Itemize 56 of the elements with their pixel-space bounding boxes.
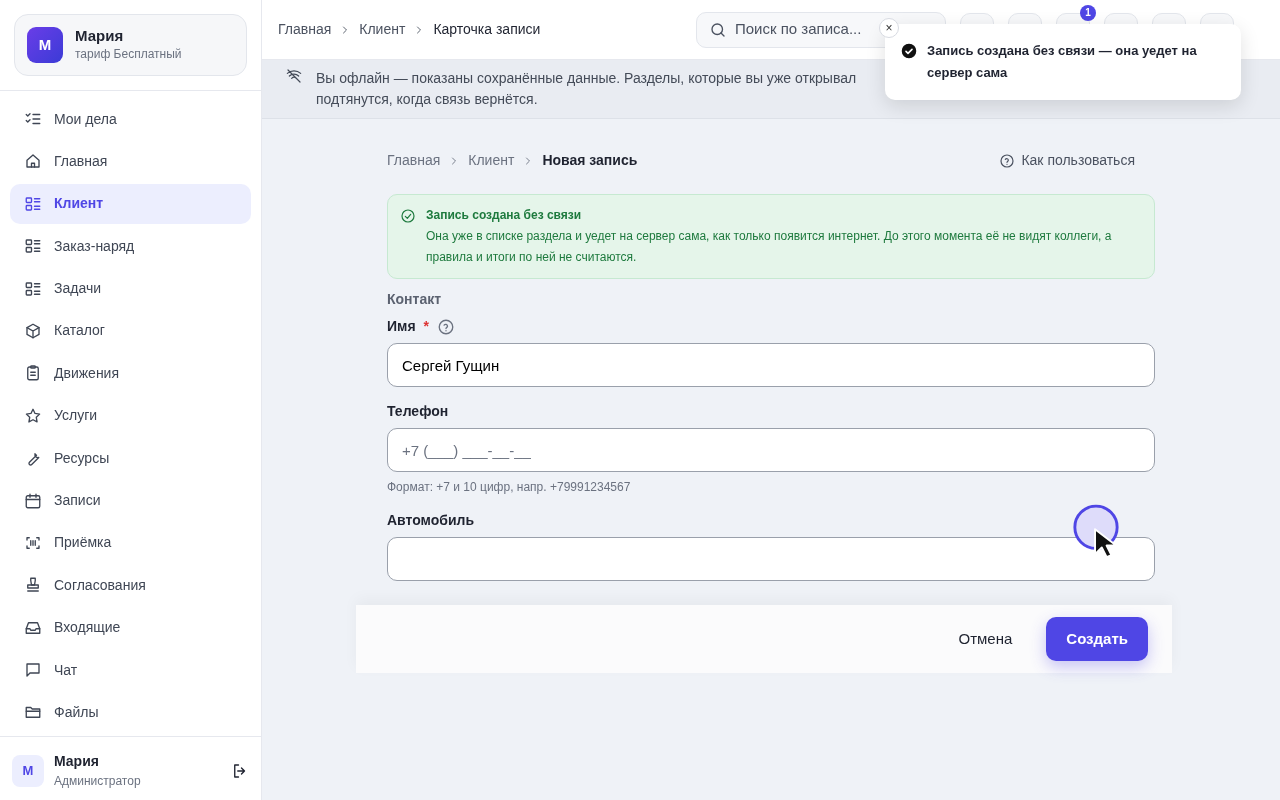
section-title: Контакт bbox=[387, 290, 443, 309]
workspace-name: Мария bbox=[75, 27, 125, 45]
stamp-icon bbox=[24, 576, 42, 595]
sidebar-item[interactable]: Записи bbox=[10, 480, 251, 521]
field-label: Автомобиль bbox=[387, 511, 475, 530]
box-icon bbox=[24, 321, 42, 340]
breadcrumb-link[interactable]: Главная bbox=[278, 19, 332, 40]
sidebar-item[interactable]: Задачи bbox=[10, 268, 251, 309]
check-circle-icon bbox=[400, 208, 416, 224]
list-icon bbox=[24, 279, 42, 298]
notification-badge: 1 bbox=[1080, 4, 1096, 21]
list-icon bbox=[24, 194, 42, 213]
sidebar-item[interactable]: Заказ-наряд bbox=[10, 226, 251, 267]
create-button[interactable]: Создать bbox=[1046, 617, 1148, 661]
home-icon bbox=[24, 152, 42, 171]
sidebar-item[interactable]: Входящие bbox=[10, 607, 251, 648]
sidebar-item[interactable]: Приёмка bbox=[10, 522, 251, 563]
workspace-avatar: М bbox=[27, 27, 63, 63]
sidebar-item[interactable]: Клиент bbox=[10, 183, 251, 224]
input-field[interactable]: Сергей Гущин bbox=[387, 343, 1155, 387]
list-icon bbox=[24, 237, 42, 256]
plan-label: тариф Бесплатный bbox=[75, 46, 182, 63]
breadcrumb-link[interactable]: Клиент bbox=[468, 150, 515, 171]
check-circle-icon bbox=[901, 43, 917, 59]
field-label: Телефон bbox=[387, 402, 449, 421]
breadcrumb-link[interactable]: Главная bbox=[387, 150, 441, 171]
alert-title: Запись создана без связи bbox=[426, 207, 583, 224]
sidebar-item[interactable]: Ресурсы bbox=[10, 438, 251, 479]
sidebar-item[interactable]: Движения bbox=[10, 353, 251, 394]
calendar-icon bbox=[24, 491, 42, 510]
help-icon bbox=[999, 152, 1016, 169]
offline-message: Вы офлайн — показаны сохранённые данные. Разделы, которые вы уже открывал подтянутся, когда связь вернётся. bbox=[316, 69, 857, 109]
required-mark: * bbox=[423, 317, 430, 336]
field-label: Имя bbox=[387, 317, 416, 336]
sidebar-item[interactable]: Согласования bbox=[10, 565, 251, 606]
field-hint: Формат: +7 и 10 цифр, напр. +79991234567 bbox=[387, 479, 632, 496]
sidebar-item[interactable]: Главная bbox=[10, 141, 251, 182]
workspace-card[interactable]: М Мария тариф Бесплатный bbox=[14, 14, 247, 76]
sidebar-item[interactable]: Услуги bbox=[10, 395, 251, 436]
star-icon bbox=[24, 406, 42, 425]
user-name: Мария bbox=[54, 752, 100, 771]
help-link[interactable]: Как пользоваться bbox=[993, 149, 1141, 172]
sidebar-item[interactable]: Чат bbox=[10, 650, 251, 691]
breadcrumb-link[interactable]: Клиент bbox=[359, 19, 406, 40]
wifi-off-icon bbox=[286, 68, 302, 84]
search-icon bbox=[709, 20, 727, 39]
cancel-button[interactable]: Отмена bbox=[952, 626, 1019, 652]
input-field[interactable]: +7 (___) ___-__-__ bbox=[387, 428, 1155, 472]
sidebar-item[interactable]: Каталог bbox=[10, 310, 251, 351]
clipboard-icon bbox=[24, 364, 42, 383]
alert-message: Она уже в списке раздела и уедет на сервер сама, как только появится интернет. До этого момента её не видят коллеги, а правила и итоги по ней не считаются. bbox=[426, 228, 1113, 266]
sidebar-item[interactable]: Мои дела bbox=[10, 99, 251, 139]
input-field[interactable] bbox=[387, 537, 1155, 581]
user-role: Администратор bbox=[54, 773, 142, 790]
sidebar-item[interactable]: Файлы bbox=[10, 692, 251, 733]
user-avatar: М bbox=[12, 754, 44, 787]
